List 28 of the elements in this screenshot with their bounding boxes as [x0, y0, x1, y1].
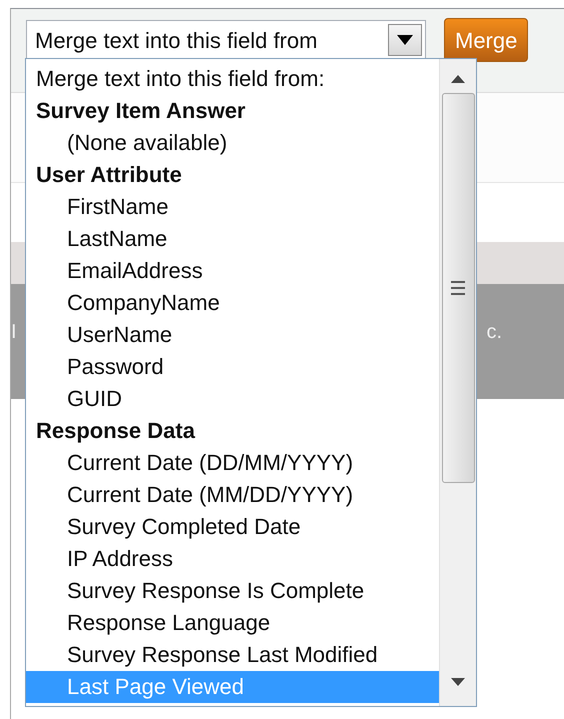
list-option[interactable]: Survey Response Is Complete — [26, 575, 439, 607]
list-option[interactable]: (None available) — [26, 127, 439, 159]
list-option[interactable]: GUID — [26, 383, 439, 415]
merge-select[interactable]: Merge text into this field from — [26, 20, 426, 60]
list-option[interactable]: EmailAddress — [26, 255, 439, 287]
list-header: Merge text into this field from: — [35, 65, 326, 93]
list-option[interactable]: UserName — [26, 319, 439, 351]
group-heading: Survey Item Answer — [35, 97, 246, 125]
scroll-up-icon[interactable] — [451, 75, 465, 83]
list-option[interactable]: Password — [26, 351, 439, 383]
group-heading: User Attribute — [35, 161, 183, 189]
list-option[interactable]: LastName — [26, 223, 439, 255]
group-heading: Response Data — [35, 417, 196, 445]
list-option[interactable]: Survey Completed Date — [26, 511, 439, 543]
list-option[interactable]: FirstName — [26, 191, 439, 223]
background-text: c. — [486, 320, 502, 344]
list-option[interactable]: Current Date (DD/MM/YYYY) — [26, 447, 439, 479]
list-option[interactable]: Response Language — [26, 607, 439, 639]
list-option[interactable]: Survey Response Last Modified — [26, 639, 439, 671]
list-option[interactable]: Current Date (MM/DD/YYYY) — [26, 479, 439, 511]
list-option[interactable]: IP Address — [26, 543, 439, 575]
list-option[interactable]: CompanyName — [26, 287, 439, 319]
grip-icon — [451, 280, 465, 296]
scrollbar-thumb[interactable] — [442, 93, 474, 483]
scrollbar[interactable] — [439, 59, 476, 706]
caret-icon — [397, 35, 413, 45]
scroll-down-icon[interactable] — [451, 678, 465, 686]
background-text: I — [11, 320, 17, 344]
